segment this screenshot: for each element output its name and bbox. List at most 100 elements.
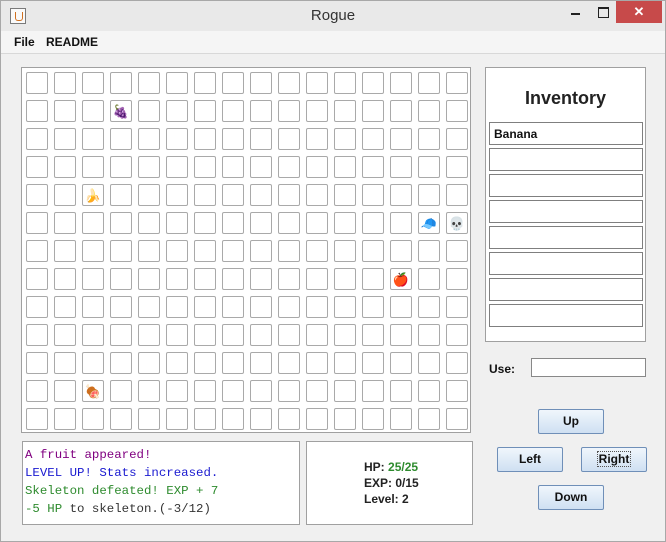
apple-icon: 🍎 (392, 271, 410, 287)
board-cell (446, 268, 468, 290)
board-cell (306, 72, 328, 94)
skeleton-icon: 💀 (448, 215, 466, 231)
board-cell (194, 380, 216, 402)
board-cell (334, 268, 356, 290)
inventory-slot-8[interactable] (489, 304, 643, 327)
inventory-slot-2[interactable] (489, 148, 643, 171)
rogue-window: Rogue ✕ File README 🍇 🍌 🧢 💀 🍎 🍖 Inventory Ban… (0, 0, 666, 542)
board-cell (138, 296, 160, 318)
board-cell (166, 352, 188, 374)
board-cell (250, 156, 272, 178)
board-cell (334, 184, 356, 206)
board-cell (82, 240, 104, 262)
log-line: LEVEL UP! Stats increased. (25, 464, 299, 482)
board-cell (418, 324, 440, 346)
board-cell (250, 268, 272, 290)
board-cell (82, 268, 104, 290)
board-cell (334, 156, 356, 178)
inventory-slot-4[interactable] (489, 200, 643, 223)
board-cell (222, 380, 244, 402)
board-cell (54, 268, 76, 290)
board-cell (138, 72, 160, 94)
up-button[interactable]: Up (538, 409, 604, 434)
board-cell (110, 72, 132, 94)
right-button-label: Right (596, 451, 632, 467)
board-cell: 🍌 (82, 184, 104, 206)
menu-readme[interactable]: README (46, 35, 98, 49)
board-cell (54, 352, 76, 374)
board-cell (362, 128, 384, 150)
board-cell (26, 100, 48, 122)
board-cell (54, 184, 76, 206)
log-text: LEVEL UP! Stats increased. (25, 466, 219, 480)
board-cell (110, 156, 132, 178)
inventory-slot-5[interactable] (489, 226, 643, 249)
board-cell (26, 128, 48, 150)
board-cell (222, 100, 244, 122)
hp-label: HP: (364, 460, 385, 474)
close-button[interactable]: ✕ (616, 1, 662, 23)
board-cell (306, 128, 328, 150)
minimize-button[interactable] (561, 1, 589, 23)
grapes-icon: 🍇 (112, 103, 130, 119)
board-cell (306, 296, 328, 318)
inventory-slot-3[interactable] (489, 174, 643, 197)
board-cell (446, 408, 468, 430)
board-cell (250, 324, 272, 346)
board-cell (54, 240, 76, 262)
board-cell (82, 296, 104, 318)
title-bar[interactable]: Rogue ✕ (1, 1, 665, 31)
right-button[interactable]: Right (581, 447, 647, 472)
board-cell (446, 240, 468, 262)
board-cell (194, 296, 216, 318)
board-cell (54, 156, 76, 178)
left-button[interactable]: Left (497, 447, 563, 472)
board-cell (278, 240, 300, 262)
board-cell (418, 184, 440, 206)
board-cell (110, 352, 132, 374)
board-cell (54, 380, 76, 402)
board-cell (54, 408, 76, 430)
board-cell (222, 128, 244, 150)
board-cell (110, 212, 132, 234)
log-text: A fruit appeared! (25, 448, 152, 462)
message-log: A fruit appeared! LEVEL UP! Stats increa… (22, 441, 300, 525)
down-button[interactable]: Down (538, 485, 604, 510)
board-cell (222, 212, 244, 234)
log-text: -5 HP to skeleton.(-3/12) (25, 502, 211, 516)
board-cell (362, 352, 384, 374)
board-cell (166, 212, 188, 234)
board-cell (250, 128, 272, 150)
board-cell (446, 156, 468, 178)
board-cell (26, 240, 48, 262)
board-cell (194, 184, 216, 206)
inventory-slot-7[interactable] (489, 278, 643, 301)
board-cell (82, 212, 104, 234)
board-cell (222, 296, 244, 318)
level-stat: Level: 2 (364, 492, 409, 506)
board-cell (110, 296, 132, 318)
maximize-button[interactable] (589, 1, 617, 23)
board-grid: 🍇 🍌 🧢 💀 🍎 🍖 (26, 72, 468, 430)
board-cell: 🍖 (82, 380, 104, 402)
board-cell (306, 352, 328, 374)
board-cell (278, 408, 300, 430)
board-cell (82, 72, 104, 94)
menu-file[interactable]: File (14, 35, 35, 49)
use-input[interactable] (531, 358, 646, 377)
board-cell (362, 100, 384, 122)
board-cell (390, 72, 412, 94)
inventory-slot-6[interactable] (489, 252, 643, 275)
board-cell (418, 352, 440, 374)
board-cell (26, 156, 48, 178)
board-cell (306, 268, 328, 290)
board-cell (222, 184, 244, 206)
board-cell (306, 324, 328, 346)
board-cell (446, 100, 468, 122)
stats-panel: HP: 25/25 EXP: 0/15 Level: 2 (306, 441, 473, 525)
hp-stat: HP: 25/25 (364, 460, 418, 474)
inventory-slot-1[interactable]: Banana (489, 122, 643, 145)
board-cell (166, 128, 188, 150)
board-cell (222, 268, 244, 290)
board-cell (250, 184, 272, 206)
